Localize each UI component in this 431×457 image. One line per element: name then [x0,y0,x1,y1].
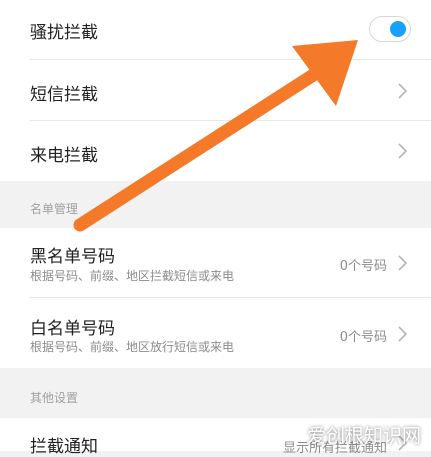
blacklist-count: 0个号码 [339,259,387,274]
chevron-right-icon [395,142,409,160]
harassment-block-title: 骚扰拦截 [30,23,98,43]
harassment-block-toggle[interactable] [369,16,411,42]
blacklist-row[interactable]: 黑名单号码 根据号码、前缀、地区拦截短信或来电 0个号码 [0,228,431,298]
whitelist-subtitle: 根据号码、前缀、地区放行短信或来电 [30,340,235,354]
call-block-row[interactable]: 来电拦截 [0,121,431,181]
blacklist-subtitle: 根据号码、前缀、地区拦截短信或来电 [30,269,235,283]
call-block-title: 来电拦截 [30,146,98,166]
chevron-right-icon [395,82,409,100]
whitelist-row[interactable]: 白名单号码 根据号码、前缀、地区放行短信或来电 0个号码 [0,298,431,368]
chevron-right-icon [395,254,409,272]
toggle-knob [390,21,406,37]
block-notification-title: 拦截通知 [30,437,98,457]
blacklist-title: 黑名单号码 [30,247,115,267]
whitelist-title: 白名单号码 [30,319,115,339]
sms-block-title: 短信拦截 [30,85,98,105]
other-section-label: 其他设置 [30,391,79,405]
sms-block-row[interactable]: 短信拦截 [0,60,431,121]
whitelist-count: 0个号码 [339,330,387,345]
watermark-text: 爱创根知识网 [306,425,421,447]
chevron-right-icon [395,325,409,343]
harassment-block-row[interactable]: 骚扰拦截 [0,0,431,60]
list-section-label: 名单管理 [30,202,79,216]
